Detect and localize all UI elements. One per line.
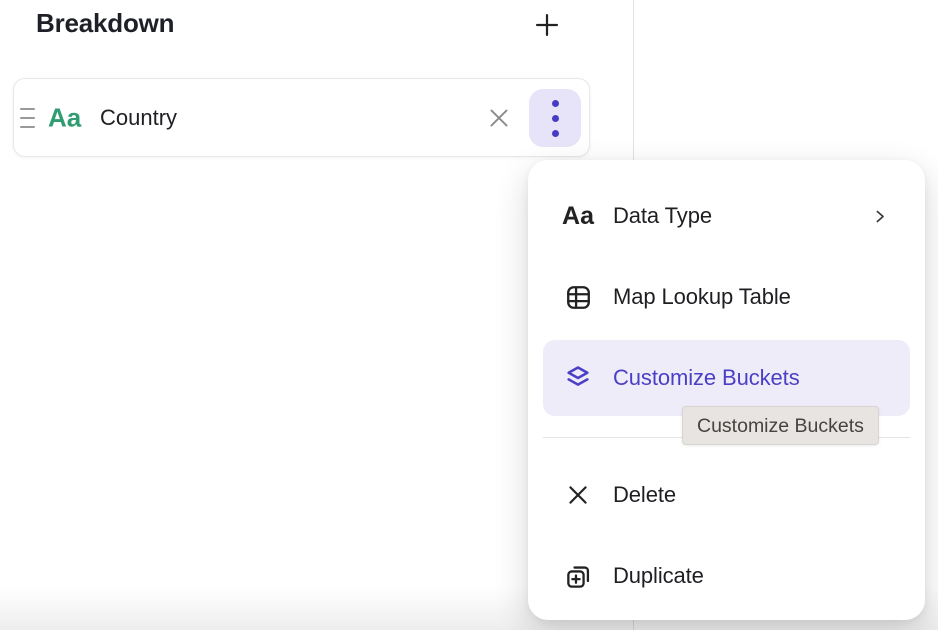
table-icon (563, 283, 593, 312)
menu-item-delete[interactable]: Delete (543, 457, 910, 533)
dot-icon (552, 100, 559, 107)
menu-item-duplicate[interactable]: Duplicate (543, 538, 910, 614)
chevron-right-icon (871, 208, 888, 225)
menu-item-label: Customize Buckets (613, 365, 800, 391)
remove-breakdown-button[interactable] (486, 105, 512, 131)
page-title: Breakdown (36, 8, 174, 39)
breakdown-field-name: Country (100, 105, 177, 131)
text-datatype-icon: Aa (563, 204, 593, 229)
menu-item-customize-buckets[interactable]: Customize Buckets (543, 340, 910, 416)
dot-icon (552, 130, 559, 137)
x-icon (563, 482, 593, 508)
add-breakdown-button[interactable] (532, 10, 562, 40)
breakdown-card[interactable]: Aa Country (13, 78, 590, 157)
copy-plus-icon (563, 562, 593, 591)
tooltip: Customize Buckets (682, 406, 879, 445)
close-icon (486, 105, 512, 131)
menu-item-label: Duplicate (613, 563, 704, 589)
dot-icon (552, 115, 559, 122)
plus-icon (533, 11, 561, 39)
datatype-text-badge: Aa (48, 102, 81, 133)
menu-item-map-lookup-table[interactable]: Map Lookup Table (543, 259, 910, 335)
menu-item-label: Data Type (613, 203, 712, 229)
context-menu: Aa Data Type Map Lookup Table (528, 160, 925, 620)
menu-item-label: Delete (613, 482, 676, 508)
stack-icon (563, 363, 593, 393)
menu-item-data-type[interactable]: Aa Data Type (543, 178, 910, 254)
card-options-button[interactable] (529, 89, 581, 147)
breakdown-panel-screen: Breakdown Aa Country Aa (0, 0, 938, 630)
drag-handle-icon[interactable] (20, 108, 35, 128)
menu-item-label: Map Lookup Table (613, 284, 791, 310)
